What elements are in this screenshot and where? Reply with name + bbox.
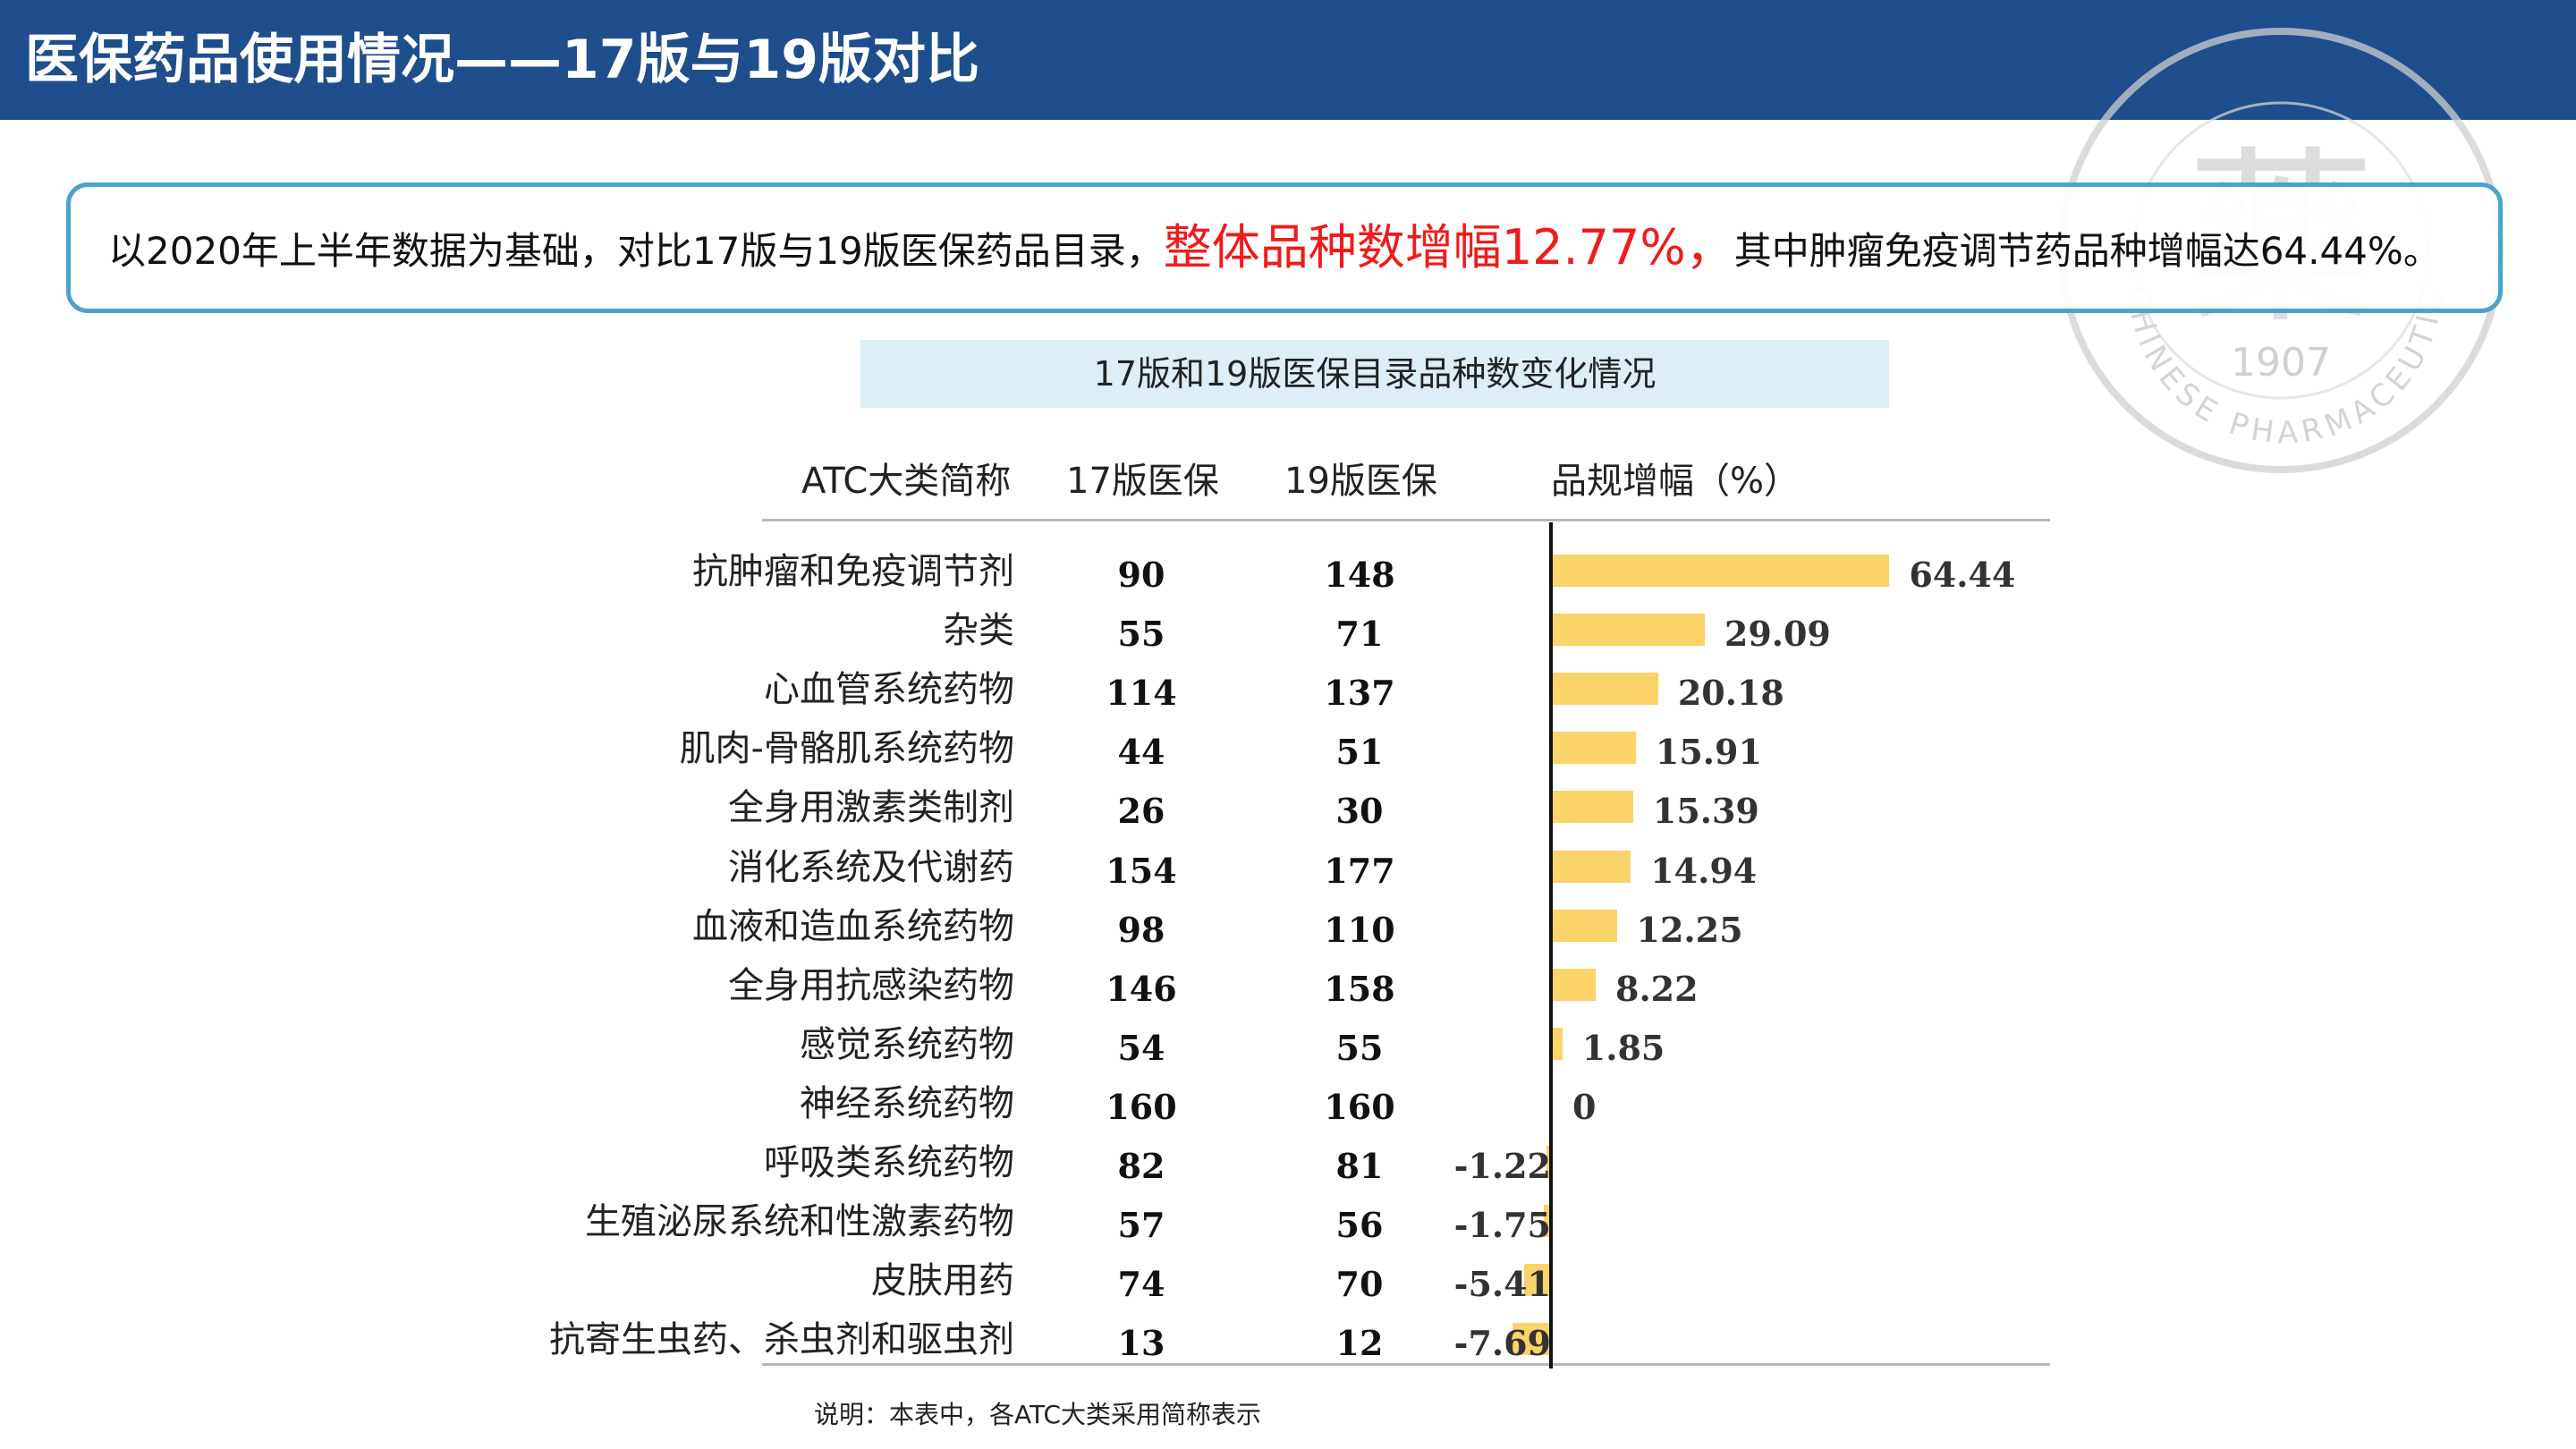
table-row: 皮肤用药 74 70 -5.41 (0, 1251, 2576, 1310)
row-v19: 70 (1335, 1264, 1384, 1305)
table-row: 肌肉-骨骼肌系统药物 44 51 15.91 (0, 719, 2576, 778)
row-category: 生殖泌尿系统和性激素药物 (585, 1201, 1014, 1243)
row-category: 全身用抗感染药物 (728, 964, 1014, 1006)
col-head-19: 19版医保 (1284, 461, 1437, 502)
summary-before: 以2020年上半年数据为基础，对比17版与19版医保药品目录， (108, 229, 1164, 273)
growth-bar (1553, 968, 1596, 1001)
growth-bar (1553, 555, 1890, 587)
row-category: 杂类 (943, 610, 1014, 652)
row-v19: 30 (1335, 791, 1384, 832)
growth-label: 0 (1572, 1086, 1597, 1127)
growth-bar (1553, 732, 1636, 765)
row-v19: 110 (1324, 909, 1395, 950)
row-v19: 148 (1324, 555, 1395, 595)
table-row: 心血管系统药物 114 137 20.18 (0, 660, 2576, 719)
table-row: 感觉系统药物 54 55 1.85 (0, 1015, 2576, 1074)
growth-label: 15.91 (1655, 732, 1762, 773)
growth-label: 8.22 (1615, 968, 1699, 1009)
growth-label: 29.09 (1724, 614, 1831, 655)
growth-label: -1.75 (1453, 1205, 1551, 1246)
table-row: 全身用抗感染药物 146 158 8.22 (0, 956, 2576, 1015)
row-v19: 137 (1324, 673, 1395, 714)
col-head-17: 17版医保 (1066, 461, 1219, 502)
row-v19: 56 (1335, 1205, 1384, 1246)
growth-label: -5.41 (1453, 1264, 1551, 1305)
row-v19: 51 (1335, 732, 1384, 773)
table-row: 生殖泌尿系统和性激素药物 57 56 -1.75 (0, 1192, 2576, 1251)
table-row: 抗寄生虫药、杀虫剂和驱虫剂 13 12 -7.69 (0, 1310, 2576, 1369)
table-row: 全身用激素类制剂 26 30 15.39 (0, 778, 2576, 837)
growth-label: 20.18 (1677, 673, 1784, 714)
row-category: 皮肤用药 (871, 1260, 1014, 1302)
row-category: 心血管系统药物 (764, 669, 1014, 711)
row-v19: 81 (1335, 1146, 1384, 1186)
growth-label: 1.85 (1581, 1027, 1665, 1068)
table-row: 消化系统及代谢药 154 177 14.94 (0, 838, 2576, 897)
row-v17: 57 (1117, 1205, 1165, 1246)
growth-bar (1553, 1027, 1563, 1060)
row-category: 神经系统药物 (800, 1082, 1014, 1124)
row-category: 呼吸类系统药物 (764, 1142, 1014, 1183)
row-v19: 160 (1324, 1086, 1395, 1127)
row-v17: 26 (1117, 791, 1165, 832)
row-v17: 90 (1117, 555, 1165, 595)
table-row: 杂类 55 71 29.09 (0, 601, 2576, 660)
growth-bar (1553, 909, 1617, 942)
col-head-growth: 品规增幅（%） (1551, 461, 1801, 502)
row-v17: 82 (1117, 1146, 1165, 1186)
table-title: 17版和19版医保目录品种数变化情况 (860, 340, 1889, 408)
row-category: 肌肉-骨骼肌系统药物 (679, 728, 1014, 770)
row-category: 消化系统及代谢药 (728, 846, 1014, 888)
row-v19: 55 (1335, 1027, 1384, 1068)
summary-after: 其中肿瘤免疫调节药品种增幅达64.44%。 (1733, 229, 2441, 273)
row-v19: 158 (1324, 968, 1395, 1009)
table-row: 呼吸类系统药物 82 81 -1.22 (0, 1133, 2576, 1192)
seal-year: 1907 (2231, 340, 2331, 386)
row-category: 全身用激素类制剂 (728, 787, 1014, 829)
row-category: 抗寄生虫药、杀虫剂和驱虫剂 (549, 1319, 1014, 1361)
growth-bar (1553, 791, 1633, 824)
row-v19: 177 (1324, 850, 1395, 891)
growth-label: 12.25 (1636, 909, 1743, 950)
row-v17: 146 (1106, 968, 1177, 1009)
growth-label: 64.44 (1909, 555, 2016, 595)
row-v17: 114 (1106, 673, 1177, 714)
row-category: 感觉系统药物 (800, 1023, 1014, 1065)
summary-text: 以2020年上半年数据为基础，对比17版与19版医保药品目录，整体品种数增幅12… (108, 187, 2441, 309)
row-v17: 74 (1117, 1264, 1165, 1305)
table-row: 抗肿瘤和免疫调节剂 90 148 64.44 (0, 542, 2576, 601)
row-v17: 13 (1117, 1323, 1165, 1364)
row-v19: 12 (1335, 1323, 1384, 1364)
row-v17: 55 (1117, 614, 1165, 655)
row-v17: 160 (1106, 1086, 1177, 1127)
row-v17: 54 (1117, 1027, 1165, 1068)
summary-highlight: 整体品种数增幅12.77%， (1163, 219, 1734, 275)
row-v17: 154 (1106, 850, 1177, 891)
growth-bar (1553, 614, 1705, 647)
table-row: 血液和造血系统药物 98 110 12.25 (0, 897, 2576, 956)
row-v17: 44 (1117, 732, 1165, 773)
summary-callout: 以2020年上半年数据为基础，对比17版与19版医保药品目录，整体品种数增幅12… (66, 182, 2503, 313)
row-v19: 71 (1335, 614, 1384, 655)
chart-zero-axis (1549, 522, 1553, 1368)
growth-label: -7.69 (1453, 1323, 1551, 1364)
growth-bar (1553, 673, 1658, 706)
growth-label: 15.39 (1652, 791, 1759, 832)
table-top-rule (762, 519, 2050, 521)
row-v17: 98 (1117, 909, 1165, 950)
footnote: 说明：本表中，各ATC大类采用简称表示 (814, 1400, 1261, 1429)
growth-bar (1553, 850, 1631, 883)
row-category: 抗肿瘤和免疫调节剂 (692, 551, 1014, 592)
row-category: 血液和造血系统药物 (692, 905, 1014, 947)
growth-label: 14.94 (1650, 850, 1758, 891)
col-head-atc: ATC大类简称 (801, 461, 1012, 502)
growth-label: -1.22 (1453, 1146, 1551, 1186)
page-title: 医保药品使用情况——17版与19版对比 (25, 29, 979, 91)
table-row: 神经系统药物 160 160 0 (0, 1074, 2576, 1133)
